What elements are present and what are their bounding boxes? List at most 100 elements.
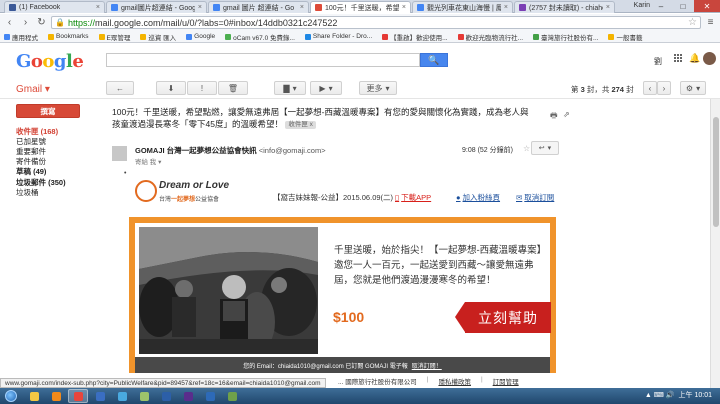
back-to-inbox-button[interactable]: ← xyxy=(106,81,134,95)
profile-name[interactable]: Karin xyxy=(634,2,650,9)
print-icon[interactable]: 🖶 xyxy=(550,110,558,124)
new-window-icon[interactable]: ⇗ xyxy=(563,110,570,119)
back-arrow-icon[interactable]: ‹ xyxy=(3,16,16,29)
bookmark-item[interactable]: oCam v67.0 免費錄... xyxy=(225,32,295,42)
labels-button[interactable]: ▶ ▾ xyxy=(310,81,342,95)
nav-item[interactable]: 垃圾郵件 (350) xyxy=(0,177,100,187)
compose-button[interactable]: 撰寫 xyxy=(16,104,80,118)
bookmark-item[interactable]: Share Folder - Dro... xyxy=(304,33,372,40)
subscription-management-link[interactable]: 訂閱管理 xyxy=(493,376,519,386)
browser-tab[interactable]: 觀光列車花東山海慢 | 鳳 × xyxy=(412,1,513,13)
link-status-bar: www.gomaji.com/index-sub.php?city=Public… xyxy=(0,378,326,388)
taskbar-app-photoshop[interactable] xyxy=(156,389,176,403)
taskbar-app-cleaner[interactable] xyxy=(222,389,242,403)
gmail-menu-label[interactable]: Gmail ▾ xyxy=(16,84,50,95)
taskbar-app-chat[interactable] xyxy=(112,389,132,403)
help-now-button[interactable]: 立刻幫助 xyxy=(455,302,551,333)
close-tab-icon[interactable]: × xyxy=(402,4,406,11)
more-button[interactable]: 更多 ▾ xyxy=(359,81,397,95)
message-subject: 100元！千里送暖，希望點燃，讓愛無遠弗屆【一起夢想-西藏溫暖專案】有您的愛與關… xyxy=(112,107,529,129)
bookmark-icon xyxy=(140,33,147,40)
close-window-button[interactable]: ✕ xyxy=(694,0,720,12)
nav-item[interactable]: 草稿 (49) xyxy=(0,167,100,177)
bookmark-icon xyxy=(304,33,311,40)
close-tab-icon[interactable]: × xyxy=(504,4,508,11)
reply-button[interactable]: ↩ ▾ xyxy=(531,141,559,155)
bookmark-item[interactable]: 歡迎光臨物流行社... xyxy=(457,32,523,42)
privacy-policy-link[interactable]: 隱私權政策 xyxy=(438,376,471,386)
campaign-banner[interactable]: 千里送暖，始於指尖！【一起夢想-西藏溫暖專案】邀您一人一百元，一起送愛到西藏～讓… xyxy=(129,217,556,373)
address-bar[interactable]: 🔒 https://mail.google.com/mail/u/0/?labs… xyxy=(51,16,701,29)
tab-favicon-icon xyxy=(315,4,322,11)
bookmark-item[interactable]: 【重啟】歡迎使用... xyxy=(382,32,448,42)
star-icon[interactable]: ☆ xyxy=(523,144,530,153)
nav-item[interactable]: 已加星號 xyxy=(0,136,100,146)
bookmark-item[interactable]: E眾管理 xyxy=(98,32,130,42)
bookmark-item[interactable]: Bookmarks xyxy=(48,33,89,40)
close-tab-icon[interactable]: × xyxy=(198,4,202,11)
bookmark-item[interactable]: 臺灣旅行社股份有... xyxy=(533,32,598,42)
browser-tab[interactable]: 100元！千里送暖，希望點 × xyxy=(310,1,411,13)
browser-tab[interactable]: gmail 圖片 超連結 - Go × xyxy=(208,1,309,13)
chrome-icon xyxy=(73,391,83,401)
nav-item[interactable]: 重要郵件 xyxy=(0,146,100,156)
taskbar-app-firefox[interactable] xyxy=(90,389,110,403)
taskbar-app-mail[interactable] xyxy=(134,389,154,403)
taskbar-app-word[interactable] xyxy=(200,389,220,403)
banner-unsubscribe-link[interactable]: 取消訂閱！ xyxy=(412,361,442,370)
browser-tab[interactable]: (1) Facebook × xyxy=(4,1,105,13)
browser-tab[interactable]: gmail圖片超連結 - Googl × xyxy=(106,1,207,13)
taskbar-app-chrome[interactable] xyxy=(68,389,88,403)
google-logo[interactable]: Google xyxy=(16,51,84,72)
nav-item[interactable]: 寄件備份 xyxy=(0,157,100,167)
nav-item[interactable]: 收件匣 (168) xyxy=(0,126,100,136)
search-input[interactable] xyxy=(106,53,420,67)
notifications-bell-icon[interactable]: 🔔 xyxy=(689,53,700,64)
taskbar-app-premiere[interactable] xyxy=(178,389,198,403)
bookmark-item[interactable]: Google xyxy=(186,33,215,40)
bookmark-item[interactable]: 應用程式 xyxy=(4,32,38,42)
inbox-label-tag[interactable]: 收件匣 x xyxy=(285,120,316,129)
taskbar-app-explorer[interactable] xyxy=(24,389,44,403)
clock[interactable]: 上午 10:01 xyxy=(679,390,712,400)
user-name[interactable]: 劉 xyxy=(654,56,662,67)
close-tab-icon[interactable]: × xyxy=(606,4,610,11)
newer-button[interactable]: ‹ xyxy=(643,81,657,95)
minimize-button[interactable]: – xyxy=(650,0,672,12)
move-to-button[interactable]: ▇ ▾ xyxy=(274,81,306,95)
message-time: 9:08 (52 分鐘前) xyxy=(462,147,513,154)
recipient-line[interactable]: 寄給 我 ▾ xyxy=(135,156,161,166)
bookmark-star-icon[interactable]: ☆ xyxy=(688,17,697,28)
unsubscribe-link[interactable]: ✉ 取消訂閱 xyxy=(516,192,554,203)
report-spam-button[interactable]: ! xyxy=(187,81,217,95)
older-button[interactable]: › xyxy=(657,81,671,95)
scrollbar-thumb[interactable] xyxy=(713,117,719,227)
settings-button[interactable]: ⚙ ▾ xyxy=(680,81,706,95)
maximize-button[interactable]: □ xyxy=(672,0,694,12)
apps-grid-icon[interactable] xyxy=(674,54,683,63)
bookmark-label: 應用程式 xyxy=(12,34,38,42)
forward-arrow-icon[interactable]: › xyxy=(19,16,32,29)
nav-item[interactable]: 垃圾桶 xyxy=(0,187,100,197)
close-tab-icon[interactable]: × xyxy=(300,4,304,11)
campaign-photo[interactable] xyxy=(139,227,318,354)
taskbar-app-media[interactable] xyxy=(46,389,66,403)
join-fans-link[interactable]: ● 加入粉絲頁 xyxy=(456,192,500,203)
start-button[interactable] xyxy=(0,388,22,404)
avatar[interactable] xyxy=(703,52,716,65)
bookmark-item[interactable]: 一般書籤 xyxy=(608,32,642,42)
tab-title: 觀光列車花東山海慢 | 鳳 xyxy=(427,4,501,12)
close-tab-icon[interactable]: × xyxy=(96,4,100,11)
download-app-link[interactable]: ▯ 下載APP xyxy=(395,192,431,203)
search-button[interactable]: 🔍 xyxy=(420,53,448,67)
bookmark-item[interactable]: 巡資 匯入 xyxy=(140,32,176,42)
dream-or-love-logo[interactable]: Dream or Love 台灣一起夢想公益協會 xyxy=(135,180,229,208)
page-scrollbar[interactable] xyxy=(710,99,720,388)
menu-icon[interactable]: ≡ xyxy=(704,16,717,29)
browser-tab[interactable]: (2757 封未讀取) - chiaho × xyxy=(514,1,615,13)
reload-icon[interactable]: ↻ xyxy=(35,16,48,29)
delete-button[interactable]: 🗑 xyxy=(218,81,248,95)
tray-icons[interactable]: ▲ ⌨ 🔊 xyxy=(645,391,675,399)
tab-title: gmail 圖片 超連結 - Go xyxy=(223,4,295,12)
archive-button[interactable]: ⬇ xyxy=(156,81,186,95)
